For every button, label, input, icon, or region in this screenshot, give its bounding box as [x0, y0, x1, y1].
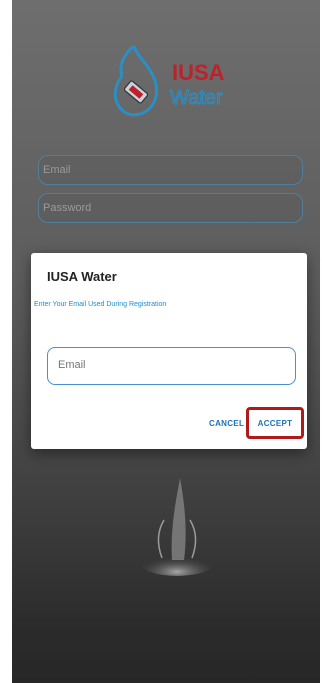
login-password-field[interactable]: Password: [38, 193, 303, 223]
email-dialog: IUSA Water Enter Your Email Used During …: [31, 253, 307, 449]
water-drop-logo-icon: IUSA Water: [113, 44, 225, 117]
dialog-email-input[interactable]: Email: [47, 347, 296, 385]
accept-button-highlight[interactable]: ACCEPT: [246, 407, 304, 439]
water-splash-image: [139, 478, 215, 576]
login-email-field[interactable]: Email: [38, 155, 303, 185]
dialog-title: IUSA Water: [47, 269, 117, 284]
brand-name-bottom: Water: [170, 87, 223, 109]
dialog-message: Enter Your Email Used During Registratio…: [34, 301, 167, 308]
accept-button[interactable]: ACCEPT: [258, 419, 293, 428]
dialog-email-placeholder: Email: [58, 359, 86, 371]
cancel-button[interactable]: CANCEL: [209, 419, 244, 428]
brand-name-top: IUSA: [172, 60, 225, 85]
